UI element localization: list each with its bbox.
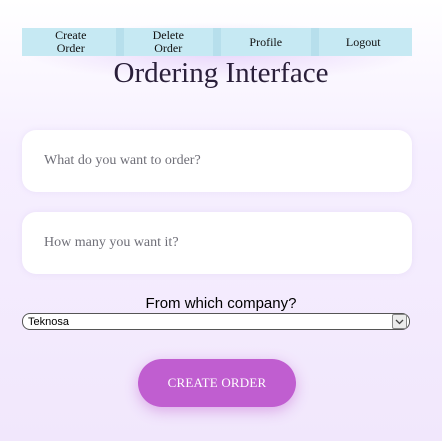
company-select[interactable]: Teknosa	[22, 313, 410, 330]
create-order-button[interactable]: CREATE ORDER	[138, 359, 296, 407]
order-item-input[interactable]	[22, 130, 412, 192]
quantity-input[interactable]	[22, 212, 412, 274]
company-label: From which company?	[145, 295, 297, 312]
nav-logout[interactable]: Logout	[310, 28, 413, 56]
company-selected-value: Teknosa	[28, 315, 69, 328]
nav-create-order[interactable]: Create Order	[22, 28, 120, 56]
nav-profile[interactable]: Profile	[213, 28, 315, 56]
page-title: Ordering Interface	[113, 57, 329, 89]
quantity-field	[22, 212, 412, 274]
nav-delete-order[interactable]: Delete Order	[115, 28, 218, 56]
chevron-down-icon[interactable]	[392, 314, 407, 329]
top-nav-bar: Create Order Delete Order Profile Logout	[22, 28, 412, 56]
order-item-field	[22, 130, 412, 192]
